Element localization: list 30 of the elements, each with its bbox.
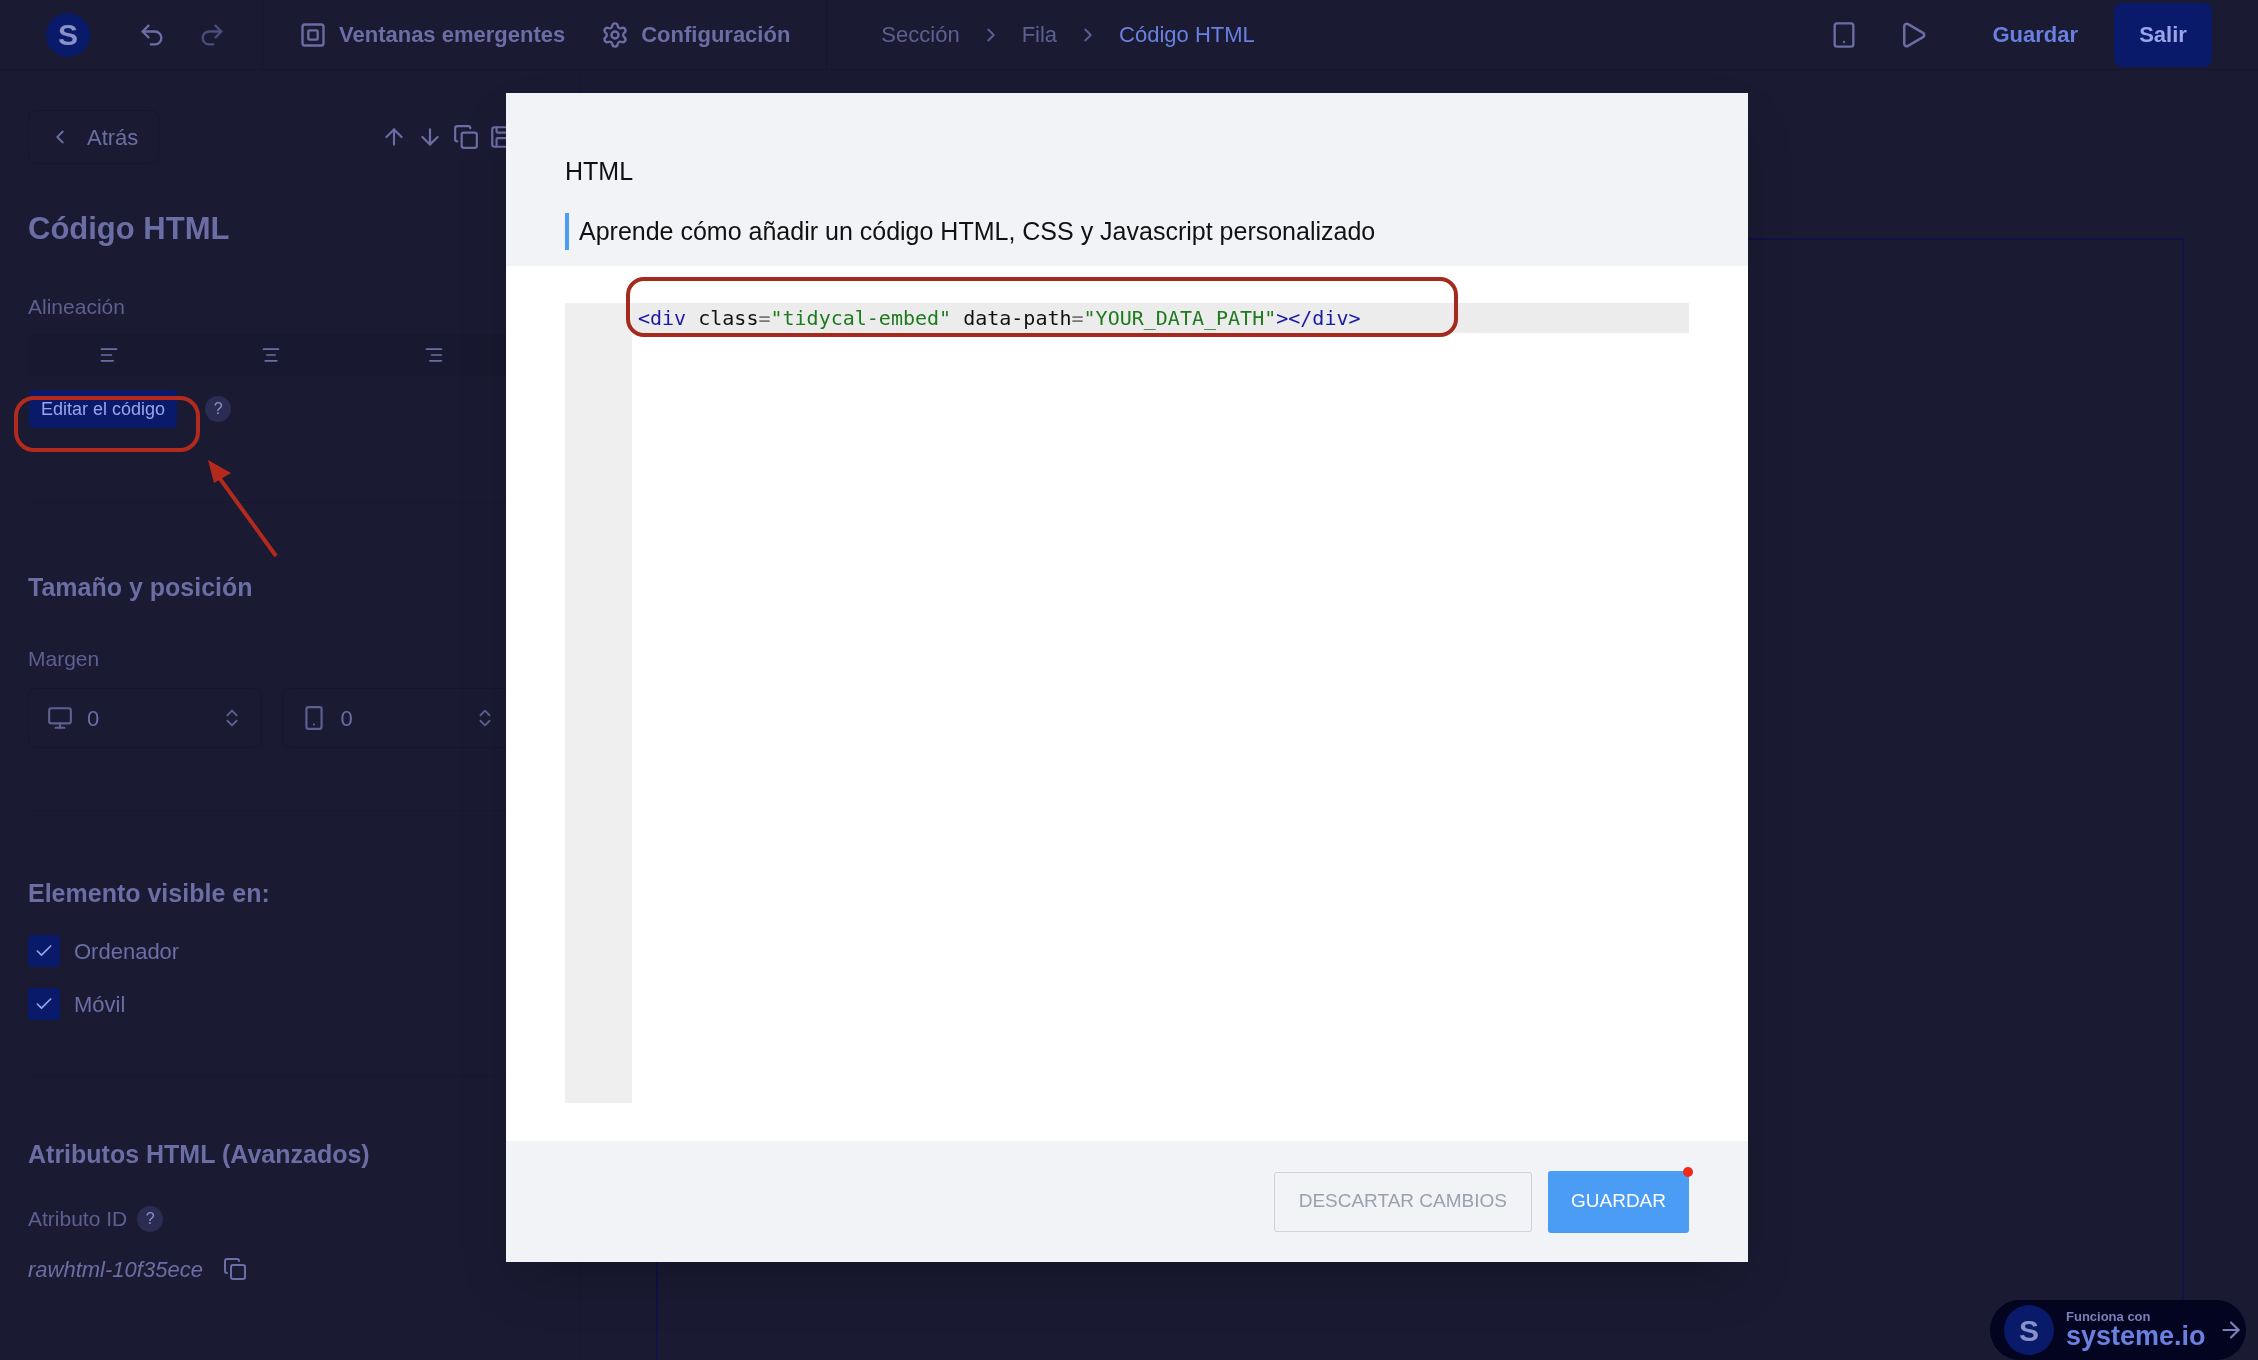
logo: S [2004, 1305, 2054, 1355]
field-label: Atributo ID [28, 1206, 128, 1232]
breadcrumb[interactable]: Código HTML [1119, 18, 1255, 51]
margin-field[interactable]: 0 [28, 688, 262, 748]
nav-button[interactable]: Configuración [601, 18, 791, 51]
help-icon[interactable]: ? [205, 396, 232, 422]
brand-name: systeme.io [2066, 1323, 2206, 1350]
section-title: Tamaño y posición [28, 572, 254, 603]
badge-caption: Funciona con [2066, 1310, 2152, 1323]
panel-title: Código HTML [28, 210, 231, 248]
field-label: Margen [28, 645, 101, 672]
checkbox-label: Móvil [74, 990, 126, 1019]
edit-code-button[interactable]: Editar el código [29, 390, 178, 428]
section-title: Elemento visible en: [28, 878, 271, 909]
section-title: Atributos HTML (Avanzados) [28, 1138, 371, 1170]
back-button[interactable]: Atrás [28, 110, 160, 164]
save-button[interactable]: Guardar [1992, 18, 2078, 51]
id-value: rawhtml-10f35ece [28, 1255, 203, 1284]
nav-button[interactable]: Ventanas emergentes [299, 18, 566, 51]
discard-button[interactable]: DESCARTAR CAMBIOS [1273, 1171, 1532, 1232]
help-link[interactable]: Aprende cómo añadir un código HTML, CSS y Javascript personalizado [579, 216, 1376, 245]
breadcrumb[interactable]: Sección [881, 18, 960, 51]
help-icon[interactable]: ? [137, 1205, 164, 1232]
logo[interactable]: S [46, 12, 90, 57]
code-editor[interactable]: <div class="tidycal-embed" data-path="YOUR_DATA_PATH"></div> [565, 303, 1689, 1103]
dialog-title: HTML [565, 156, 635, 187]
field-label: Alineación [28, 293, 126, 320]
checkbox-label: Ordenador [74, 937, 180, 966]
breadcrumb[interactable]: Fila [1021, 18, 1058, 51]
exit-button[interactable]: Salir [2114, 2, 2212, 67]
